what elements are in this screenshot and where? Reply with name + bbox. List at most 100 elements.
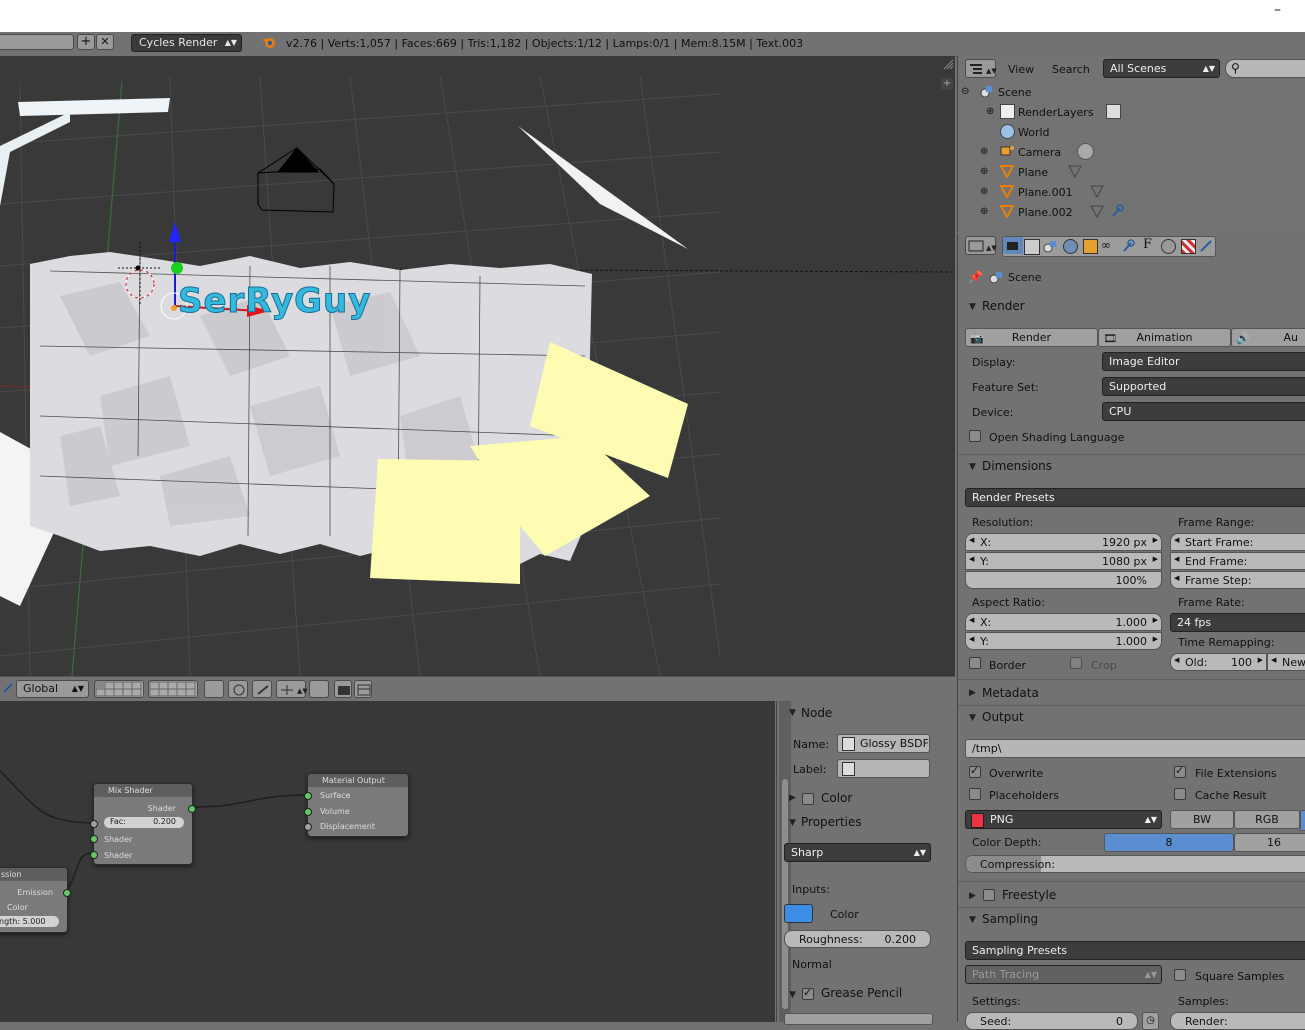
- layer-buttons-1[interactable]: [94, 680, 144, 698]
- render-panel-header[interactable]: Render: [982, 299, 1025, 313]
- render-presets-menu[interactable]: Render Presets: [965, 488, 1305, 507]
- displacement-socket[interactable]: [304, 823, 312, 831]
- expand-triangle-icon[interactable]: ▶: [969, 688, 976, 698]
- tool-shelf-toggle-icon[interactable]: +: [941, 78, 953, 90]
- end-frame-field[interactable]: ◀ End Frame:: [1170, 552, 1305, 570]
- node-section-header[interactable]: Node: [801, 706, 832, 720]
- node-editor[interactable]: Mix Shader Shader Fac: 0.200 Shader Shad…: [0, 701, 775, 1022]
- collapse-triangle-icon[interactable]: ▼: [789, 708, 796, 718]
- node-name-field[interactable]: Glossy BSDF: [837, 734, 930, 753]
- properties-section-header[interactable]: Properties: [801, 815, 862, 829]
- aspect-x-field[interactable]: ◀ X: 1.000 ▶: [965, 613, 1162, 631]
- mix-shader-node[interactable]: Mix Shader Shader Fac: 0.200 Shader Shad…: [90, 783, 196, 865]
- distribution-select[interactable]: Sharp ▲▼: [784, 843, 931, 862]
- file-extensions-checkbox[interactable]: [1174, 764, 1186, 778]
- tab-render-layers[interactable]: [1024, 239, 1040, 255]
- shader-input-socket-1[interactable]: [90, 835, 98, 843]
- color-mode-rgb-button[interactable]: RGB: [1234, 810, 1300, 829]
- snap-icon[interactable]: [252, 680, 272, 698]
- roughness-field[interactable]: Roughness: 0.200: [784, 930, 931, 948]
- resolution-x-field[interactable]: ◀ X: 1920 px ▶: [965, 533, 1162, 551]
- resolution-percentage-field[interactable]: 100%: [965, 571, 1162, 589]
- expand-toggle-icon[interactable]: ⊕: [980, 146, 988, 157]
- color-checkbox[interactable]: [802, 793, 814, 805]
- fac-field[interactable]: Fac: 0.200: [104, 817, 184, 828]
- sampling-presets-menu[interactable]: Sampling Presets: [965, 941, 1305, 960]
- frame-step-field[interactable]: ◀ Frame Step:: [1170, 571, 1305, 589]
- material-output-node[interactable]: Material Output Surface Volume Displacem…: [304, 773, 409, 837]
- grease-pencil-new-button[interactable]: [784, 1013, 933, 1025]
- expand-toggle-icon[interactable]: ⊕: [986, 106, 994, 117]
- grease-pencil-section-header[interactable]: Grease Pencil: [821, 986, 902, 1000]
- layer-buttons-2[interactable]: [148, 680, 198, 698]
- collapse-triangle-icon[interactable]: ▼: [969, 713, 976, 723]
- tab-world[interactable]: [1063, 239, 1078, 254]
- outliner-item-renderlayers[interactable]: RenderLayers: [1018, 106, 1094, 119]
- sampling-panel-header[interactable]: Sampling: [982, 912, 1038, 926]
- output-path-field[interactable]: /tmp\: [965, 739, 1305, 758]
- seed-field[interactable]: Seed: 0: [965, 1012, 1138, 1030]
- freestyle-panel-header[interactable]: Freestyle: [1002, 888, 1056, 902]
- animated-seed-clock-icon[interactable]: ◷: [1142, 1012, 1159, 1030]
- color-depth-16-button[interactable]: 16: [1234, 833, 1305, 852]
- tab-material[interactable]: [1161, 239, 1176, 254]
- freestyle-checkbox[interactable]: [983, 889, 995, 901]
- output-panel-header[interactable]: Output: [982, 710, 1024, 724]
- minimize-button[interactable]: –: [1274, 2, 1281, 18]
- tab-texture[interactable]: [1181, 239, 1196, 254]
- pivot-icon[interactable]: [2, 682, 14, 694]
- color-swatch[interactable]: [784, 904, 813, 923]
- color-section-header[interactable]: Color: [821, 791, 852, 805]
- animation-button[interactable]: 🎞 Animation: [1098, 328, 1231, 347]
- snap-target-icon[interactable]: [309, 680, 329, 698]
- transform-orientation-select[interactable]: Global ▲▼: [16, 680, 89, 698]
- shader-input-socket-2[interactable]: [90, 851, 98, 859]
- resolution-y-field[interactable]: ◀ Y: 1080 px ▶: [965, 552, 1162, 570]
- device-select[interactable]: CPU: [1102, 402, 1305, 421]
- emission-node[interactable]: ssion Emission Color ngth: 5.000: [0, 867, 71, 933]
- node-label-field[interactable]: [837, 759, 930, 778]
- collapse-triangle-icon[interactable]: ▼: [969, 302, 976, 312]
- tab-scene[interactable]: [1043, 239, 1057, 253]
- render-samples-field[interactable]: Render:: [1170, 1012, 1305, 1030]
- collapse-triangle-icon[interactable]: ▼: [789, 818, 796, 828]
- expand-toggle-icon[interactable]: ⊕: [980, 166, 988, 177]
- render-still-icon[interactable]: [334, 680, 352, 698]
- render-engine-select[interactable]: Cycles Render ▲▼: [131, 34, 242, 52]
- tab-object[interactable]: [1083, 239, 1098, 254]
- editor-type-select[interactable]: ▲▼: [965, 59, 997, 78]
- outliner-view-menu[interactable]: View: [1008, 63, 1034, 76]
- file-format-select[interactable]: PNG ▲▼: [965, 810, 1162, 829]
- collapse-triangle-icon[interactable]: ▼: [969, 915, 976, 925]
- collapse-triangle-icon[interactable]: ▼: [969, 462, 976, 472]
- compression-slider[interactable]: Compression:: [965, 855, 1305, 873]
- time-old-field[interactable]: ◀ Old: 100 ▶: [1170, 653, 1267, 671]
- layer-settings-icon[interactable]: [204, 680, 224, 698]
- outliner-search-menu[interactable]: Search: [1052, 63, 1090, 76]
- tab-font-data[interactable]: F: [1143, 237, 1152, 252]
- expand-toggle-icon[interactable]: ⊕: [980, 206, 988, 217]
- audio-button[interactable]: 🔊 Au: [1231, 328, 1305, 347]
- time-new-field[interactable]: ◀ New: [1267, 653, 1305, 671]
- display-mode-select[interactable]: All Scenes ▲▼: [1103, 59, 1220, 78]
- outliner-item-camera[interactable]: Camera: [1018, 146, 1061, 159]
- dimensions-panel-header[interactable]: Dimensions: [982, 459, 1052, 473]
- add-icon[interactable]: +: [77, 34, 95, 50]
- placeholders-checkbox[interactable]: [969, 788, 981, 800]
- aspect-y-field[interactable]: ◀ Y: 1.000 ▶: [965, 632, 1162, 650]
- crop-checkbox[interactable]: [1070, 657, 1082, 669]
- tab-render[interactable]: [1003, 237, 1023, 254]
- grease-pencil-checkbox[interactable]: [802, 986, 814, 1000]
- snap-element-select[interactable]: ▲▼: [276, 680, 308, 698]
- fac-socket[interactable]: [90, 820, 98, 828]
- emission-output-socket[interactable]: [63, 889, 71, 897]
- render-button[interactable]: 📷 Render: [965, 328, 1098, 347]
- color-depth-8-button[interactable]: 8: [1104, 833, 1234, 852]
- metadata-panel-header[interactable]: Metadata: [982, 686, 1039, 700]
- surface-socket[interactable]: [304, 792, 312, 800]
- outliner-item-plane[interactable]: Plane: [1018, 166, 1048, 179]
- color-mode-rgba-button[interactable]: [1300, 810, 1305, 831]
- area-corner-handle[interactable]: [942, 58, 954, 70]
- expand-toggle-icon[interactable]: ⊕: [980, 186, 988, 197]
- outliner-item-scene[interactable]: Scene: [998, 86, 1032, 99]
